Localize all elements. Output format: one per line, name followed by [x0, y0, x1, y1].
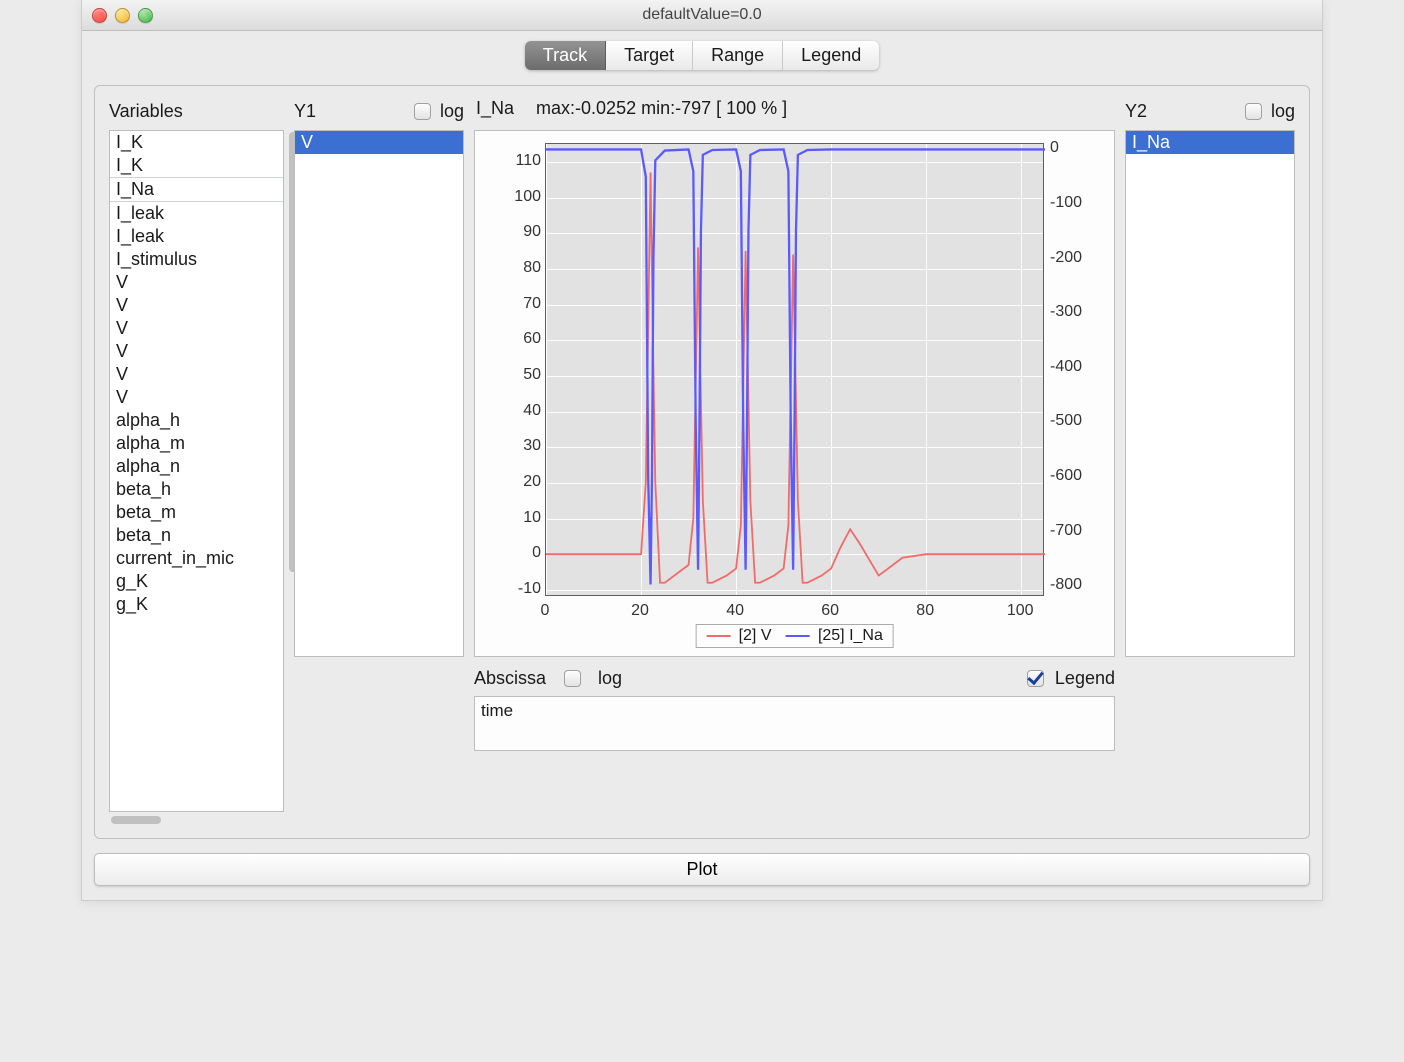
list-item[interactable]: alpha_n	[110, 455, 283, 478]
legend-item-2: [25] I_Na	[785, 627, 882, 645]
y2-tick: -300	[1050, 303, 1082, 321]
y2-log-label: log	[1271, 101, 1295, 122]
tab-range[interactable]: Range	[693, 41, 783, 70]
segmented-control: Track Target Range Legend	[525, 41, 880, 70]
close-icon[interactable]	[92, 8, 107, 23]
y1-tick: 20	[523, 473, 541, 491]
y2-tick: -800	[1050, 576, 1082, 594]
y1-tick: 0	[532, 544, 541, 562]
plot-button[interactable]: Plot	[94, 853, 1310, 886]
y1-tick: 110	[515, 152, 541, 170]
y2-tick: -200	[1050, 249, 1082, 267]
y1-tick: 60	[523, 330, 541, 348]
chart: [2] V [25] I_Na -10010203040506070809010…	[474, 130, 1115, 657]
tab-target[interactable]: Target	[606, 41, 693, 70]
content-frame: Variables I_KI_KI_NaI_leakI_leakI_stimul…	[94, 85, 1310, 839]
list-item[interactable]: g_K	[110, 570, 283, 593]
y2-tick: 0	[1050, 139, 1059, 157]
y2-tick: -500	[1050, 412, 1082, 430]
tab-track[interactable]: Track	[525, 41, 606, 70]
y2-list[interactable]: I_Na	[1125, 130, 1295, 657]
x-tick: 40	[726, 602, 744, 620]
list-item[interactable]: V	[110, 363, 283, 386]
list-item[interactable]: I_K	[110, 154, 283, 177]
window-title: defaultValue=0.0	[642, 6, 761, 24]
x-tick: 100	[1007, 602, 1034, 620]
y2-tick: -100	[1050, 194, 1082, 212]
abscissa-log-checkbox[interactable]	[564, 670, 581, 687]
list-item[interactable]: I_Na	[1126, 131, 1294, 154]
list-item[interactable]: beta_n	[110, 524, 283, 547]
y1-log-label: log	[440, 101, 464, 122]
legend-swatch-v	[706, 635, 730, 637]
window-controls	[92, 8, 153, 23]
list-item[interactable]: V	[110, 294, 283, 317]
y2-log-checkbox[interactable]	[1245, 103, 1262, 120]
y1-label: Y1	[294, 101, 316, 122]
list-item[interactable]: alpha_m	[110, 432, 283, 455]
list-item[interactable]: V	[110, 317, 283, 340]
y1-tick: 100	[514, 188, 541, 206]
y1-tick: 30	[523, 437, 541, 455]
y1-tick: 70	[523, 295, 541, 313]
list-item[interactable]: V	[110, 340, 283, 363]
y1-tick: -10	[518, 580, 541, 598]
list-item[interactable]: I_Na	[110, 177, 283, 202]
y2-tick: -700	[1050, 522, 1082, 540]
abscissa-log-label: log	[598, 668, 622, 689]
variables-label: Variables	[109, 101, 183, 122]
titlebar[interactable]: defaultValue=0.0	[82, 0, 1322, 31]
x-tick: 0	[541, 602, 550, 620]
list-item[interactable]: current_in_mic	[110, 547, 283, 570]
list-item[interactable]: beta_m	[110, 501, 283, 524]
list-item[interactable]: V	[110, 386, 283, 409]
list-item[interactable]: I_leak	[110, 225, 283, 248]
legend-label-1: [2] V	[739, 627, 772, 644]
chart-header-variable: I_Na	[476, 98, 514, 119]
list-item[interactable]: beta_h	[110, 478, 283, 501]
chart-legend: [2] V [25] I_Na	[695, 624, 894, 648]
variables-list[interactable]: I_KI_KI_NaI_leakI_leakI_stimulusVVVVVVal…	[109, 130, 284, 812]
minimize-icon[interactable]	[115, 8, 130, 23]
legend-checkbox[interactable]	[1027, 670, 1044, 687]
legend-checkbox-label: Legend	[1055, 668, 1115, 689]
x-tick: 80	[916, 602, 934, 620]
variables-hscroll-thumb[interactable]	[111, 816, 161, 824]
legend-item-1: [2] V	[706, 627, 771, 645]
y1-log-checkbox[interactable]	[414, 103, 431, 120]
y1-list[interactable]: V	[294, 130, 464, 657]
legend-swatch-ina	[785, 635, 809, 637]
list-item[interactable]: I_leak	[110, 202, 283, 225]
abscissa-field[interactable]: time	[474, 696, 1115, 751]
list-item[interactable]: alpha_h	[110, 409, 283, 432]
tab-legend[interactable]: Legend	[783, 41, 879, 70]
x-tick: 20	[631, 602, 649, 620]
list-item[interactable]: I_K	[110, 131, 283, 154]
series-[25] I_Na	[546, 149, 1045, 584]
y1-tick: 50	[523, 366, 541, 384]
y2-tick: -400	[1050, 358, 1082, 376]
y1-tick: 90	[523, 223, 541, 241]
zoom-icon[interactable]	[138, 8, 153, 23]
legend-label-2: [25] I_Na	[818, 627, 883, 644]
list-item[interactable]: I_stimulus	[110, 248, 283, 271]
y1-tick: 40	[523, 402, 541, 420]
abscissa-label: Abscissa	[474, 668, 546, 689]
y2-label: Y2	[1125, 101, 1147, 122]
y1-tick: 80	[523, 259, 541, 277]
abscissa-value: time	[481, 701, 513, 720]
tab-bar: Track Target Range Legend	[82, 31, 1322, 75]
x-tick: 60	[821, 602, 839, 620]
plot-area	[545, 143, 1044, 596]
list-item[interactable]: V	[110, 271, 283, 294]
chart-header-stats: max:-0.0252 min:-797 [ 100 % ]	[536, 98, 787, 119]
y1-tick: 10	[523, 509, 541, 527]
list-item[interactable]: g_K	[110, 593, 283, 616]
y2-tick: -600	[1050, 467, 1082, 485]
list-item[interactable]: V	[295, 131, 463, 154]
window: defaultValue=0.0 Track Target Range Lege…	[81, 0, 1323, 901]
